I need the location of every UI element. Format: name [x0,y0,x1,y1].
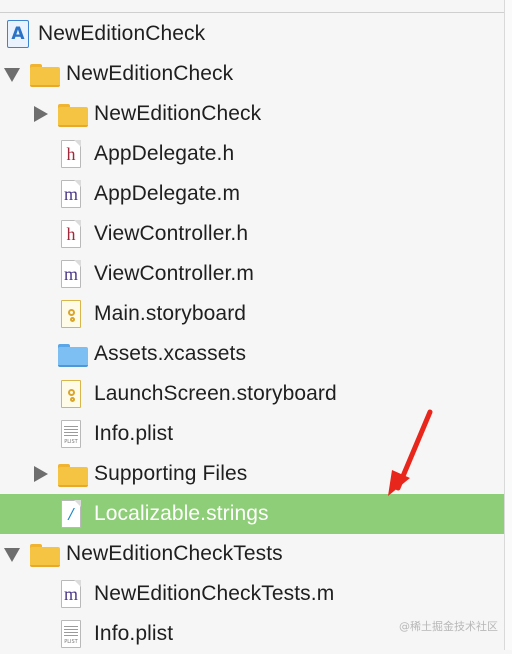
tree-row-label: NewEditionCheckTests.m [94,582,335,605]
disclosure-down-icon[interactable] [4,68,20,82]
tree-row-label: Localizable.strings [94,502,269,525]
folder-icon [57,460,88,488]
folder-icon [57,100,88,128]
tree-row-label: AppDelegate.h [94,142,235,165]
tree-row-file[interactable]: m ViewController.m [0,254,504,294]
tree-row-file[interactable]: h ViewController.h [0,214,504,254]
tree-row-group-main[interactable]: NewEditionCheck [0,54,504,94]
divider [0,12,504,13]
tree-row-label: LaunchScreen.storyboard [94,382,337,405]
tree-row-label: ViewController.h [94,222,249,245]
header-file-icon: h [57,220,85,248]
disclosure-right-icon[interactable] [34,106,48,122]
header-file-icon: h [57,140,85,168]
storyboard-file-icon [57,380,85,408]
tree-row-subgroup[interactable]: NewEditionCheck [0,94,504,134]
red-arrow-annotation-icon [388,409,433,496]
pane-border [504,0,512,650]
project-root-label: NewEditionCheck [38,22,206,45]
tree-row-label: Supporting Files [94,462,248,485]
tree-row-label: AppDelegate.m [94,182,241,205]
strings-file-icon: / [57,500,85,528]
watermark: @稀土掘金技术社区 [399,620,498,633]
tree-row-label: ViewController.m [94,262,254,285]
tree-row-label: NewEditionCheckTests [66,542,283,565]
asset-catalog-icon [57,340,88,368]
storyboard-file-icon [57,300,85,328]
xcode-project-icon: A [4,20,32,48]
tree-row-label: NewEditionCheck [66,62,234,85]
tree-row-file[interactable]: m AppDelegate.m [0,174,504,214]
tree-row-label: Info.plist [94,622,174,645]
project-root-row[interactable]: A NewEditionCheck [0,14,504,54]
tree-row-label: NewEditionCheck [94,102,262,125]
folder-icon [29,540,60,568]
objc-implementation-file-icon: m [57,580,85,608]
tree-row-label: Assets.xcassets [94,342,247,365]
tree-row-file[interactable]: Assets.xcassets [0,334,504,374]
disclosure-right-icon[interactable] [34,466,48,482]
project-navigator: A NewEditionCheck NewEditionCheck NewEdi… [0,0,504,650]
tree-row-group-tests[interactable]: NewEditionCheckTests [0,534,504,574]
folder-icon [29,60,60,88]
objc-implementation-file-icon: m [57,260,85,288]
tree-row-file[interactable]: Main.storyboard [0,294,504,334]
tree-row-file[interactable]: m NewEditionCheckTests.m [0,574,504,614]
plist-file-icon: PLIST [57,620,85,648]
objc-implementation-file-icon: m [57,180,85,208]
tree-row-label: Main.storyboard [94,302,247,325]
plist-file-icon: PLIST [57,420,85,448]
tree-row-file[interactable]: h AppDelegate.h [0,134,504,174]
disclosure-down-icon[interactable] [4,548,20,562]
tree-row-label: Info.plist [94,422,174,445]
